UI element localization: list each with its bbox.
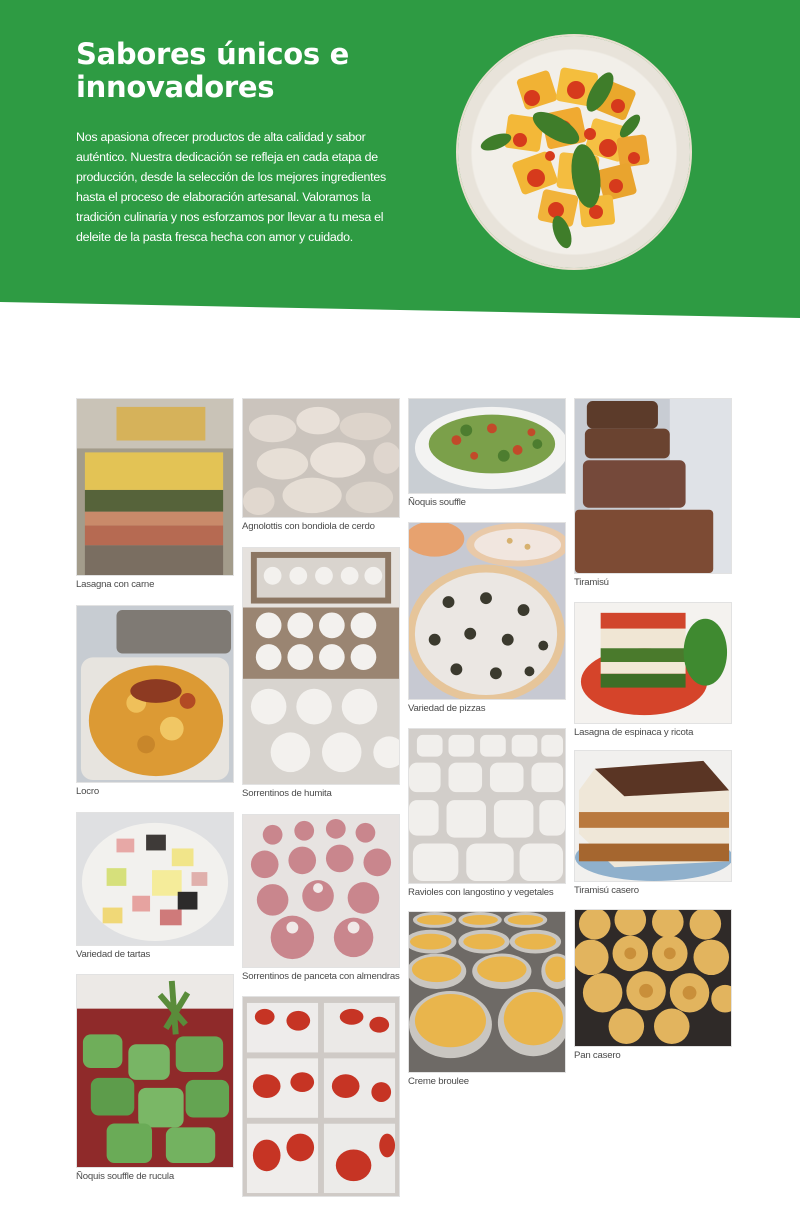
gallery-item[interactable]: Agnolottis con bondiola de cerdo [242, 398, 400, 533]
gallery-bottom-photo[interactable] [242, 996, 400, 1197]
gallery-item[interactable]: Variedad de tartas [76, 812, 234, 961]
agnolottis-photo[interactable] [242, 398, 400, 518]
gallery-item[interactable]: Lasagna de espinaca y ricota [574, 602, 732, 739]
gallery-item[interactable]: Tiramisú [574, 398, 732, 589]
noquis-souffle-photo[interactable] [408, 398, 566, 494]
lasagna-de-espinaca-photo[interactable] [574, 602, 732, 724]
locro-photo[interactable] [76, 605, 234, 783]
sorrentinos-de-humita-photo[interactable] [242, 547, 400, 785]
variedad-de-tartas-photo[interactable] [76, 812, 234, 946]
gallery-item[interactable]: Variedad de pizzas [408, 522, 566, 715]
gallery-caption: Lasagna con carne [76, 579, 155, 590]
gallery-item[interactable] [242, 996, 400, 1197]
gallery-caption: Agnolottis con bondiola de cerdo [242, 521, 375, 532]
gallery-caption: Variedad de pizzas [408, 703, 486, 714]
tiramisu-casero-photo[interactable] [574, 750, 732, 882]
hero-description: Nos apasiona ofrecer productos de alta c… [76, 130, 386, 244]
pan-casero-photo[interactable] [574, 909, 732, 1047]
gallery-item[interactable]: Locro [76, 605, 234, 798]
gallery-item[interactable]: Ñoquis souffle [408, 398, 566, 509]
gallery-item[interactable]: Ñoquis souffle de rucula [76, 974, 234, 1183]
gallery-caption: Tiramisú [574, 577, 609, 588]
ravioles-photo[interactable] [408, 728, 566, 884]
gallery-caption: Pan casero [574, 1050, 621, 1061]
hero-pasta-plate-image [458, 36, 690, 268]
gallery-caption: Sorrentinos de panceta con almendras [242, 971, 400, 982]
gallery-item[interactable]: Sorrentinos de panceta con almendras [242, 814, 400, 983]
gallery-caption: Ravioles con langostino y vegetales [408, 887, 554, 898]
hero-title: Sabores únicos e innovadores [76, 37, 350, 104]
gallery-item[interactable]: Ravioles con langostino y vegetales [408, 728, 566, 899]
gallery-caption: Creme broulee [408, 1076, 469, 1087]
gallery-caption: Lasagna de espinaca y ricota [574, 727, 694, 738]
gallery-caption: Ñoquis souffle de rucula [76, 1171, 174, 1182]
product-gallery: Lasagna con carne Locro Variedad de tart… [76, 398, 736, 1208]
gallery-item[interactable]: Tiramisú casero [574, 750, 732, 897]
sorrentinos-de-panceta-photo[interactable] [242, 814, 400, 968]
gallery-caption: Ñoquis souffle [408, 497, 466, 508]
gallery-caption: Variedad de tartas [76, 949, 151, 960]
gallery-item[interactable]: Lasagna con carne [76, 398, 234, 591]
creme-broulee-photo[interactable] [408, 911, 566, 1073]
gallery-caption: Locro [76, 786, 99, 797]
noquis-souffle-de-rucula-photo[interactable] [76, 974, 234, 1168]
gallery-caption: Sorrentinos de humita [242, 788, 332, 799]
variedad-de-pizzas-photo[interactable] [408, 522, 566, 700]
gallery-item[interactable]: Creme broulee [408, 911, 566, 1088]
tiramisu-photo[interactable] [574, 398, 732, 574]
gallery-item[interactable]: Pan casero [574, 909, 732, 1062]
gallery-item[interactable]: Sorrentinos de humita [242, 547, 400, 800]
lasagna-con-carne-photo[interactable] [76, 398, 234, 576]
gallery-caption: Tiramisú casero [574, 885, 639, 896]
